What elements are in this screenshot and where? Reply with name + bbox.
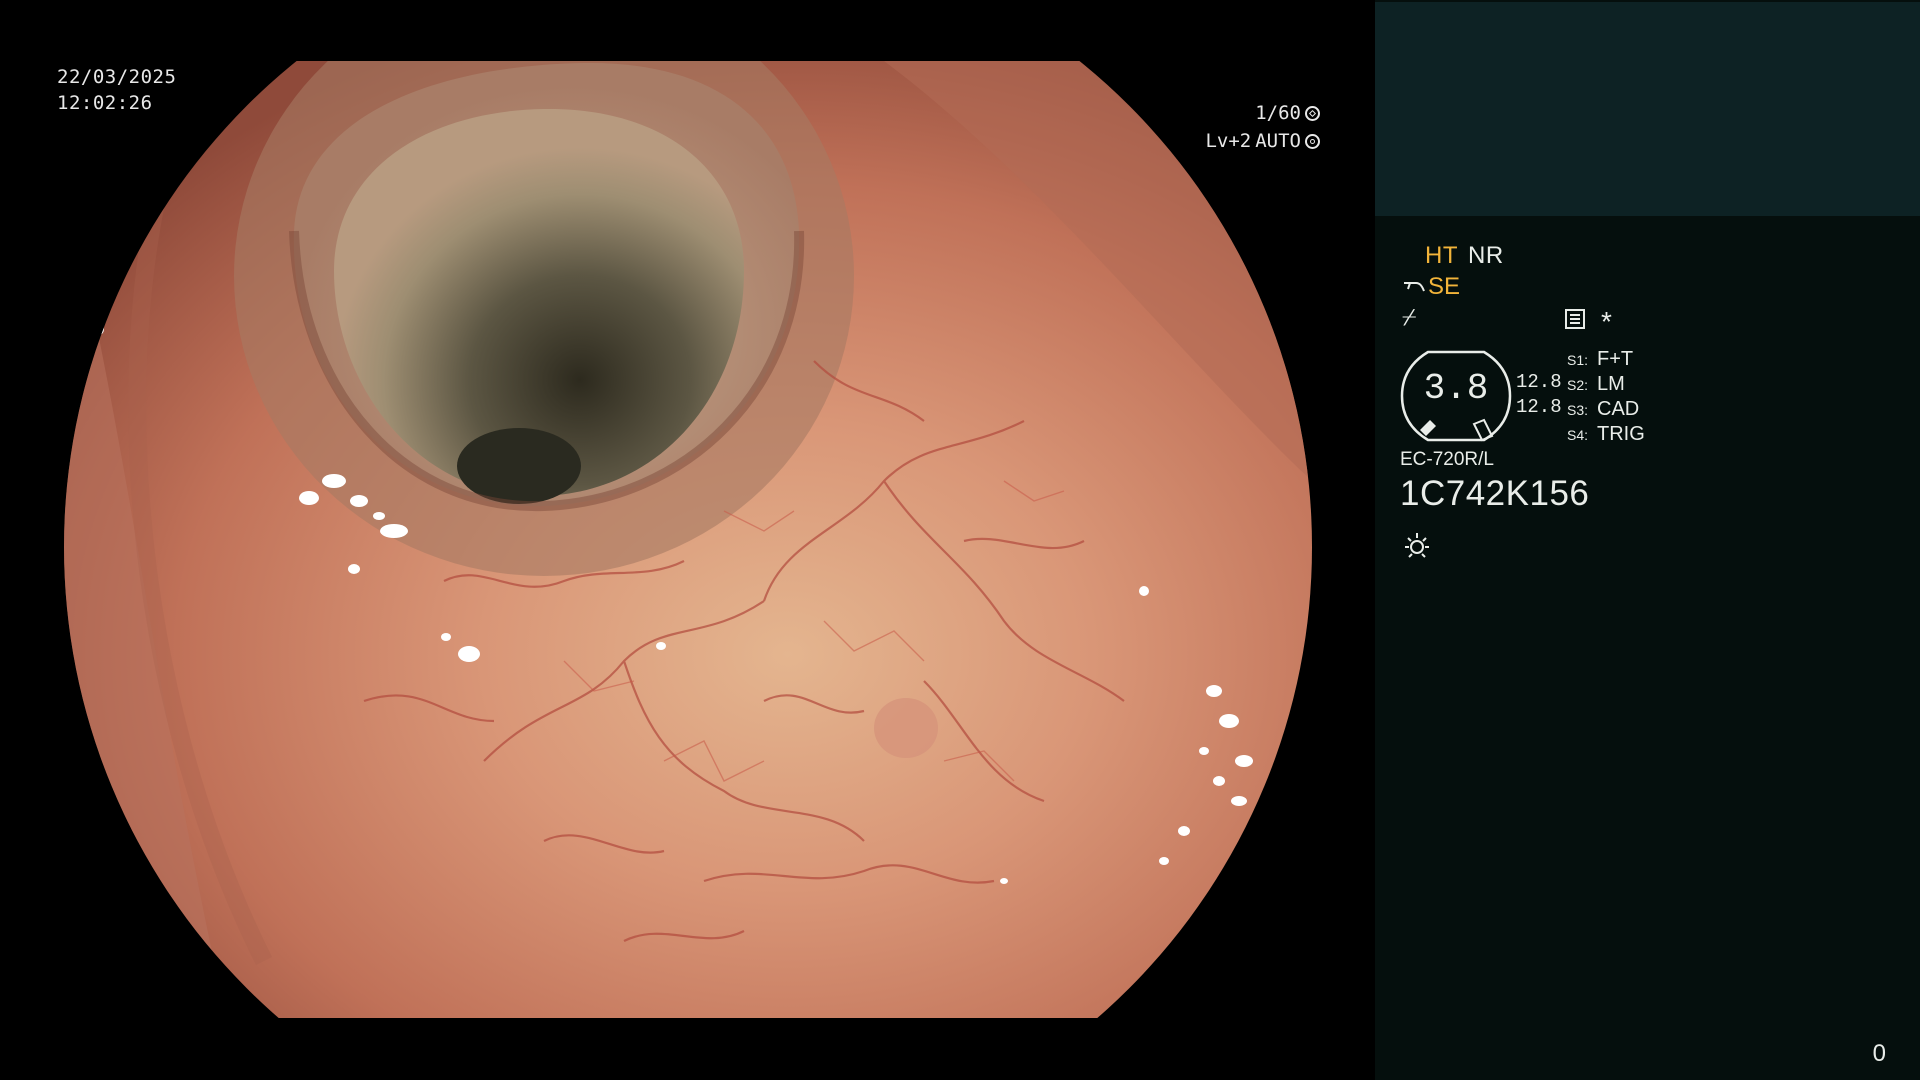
status-panel: HT NR SE ⌿ * 3.8 12.8 12.8 S1: F+T S2: LM… (1375, 0, 1920, 1080)
enhancement-level-text: Lv+2 (1205, 130, 1252, 152)
scope-serial: 1C742K156 (1400, 474, 1590, 513)
ht-indicator: HT (1425, 242, 1458, 269)
memory-icon (1565, 309, 1585, 329)
switch-row: S2: LM (1567, 373, 1645, 398)
switch-key: S1: (1567, 352, 1589, 368)
frame-counter: 0 (1872, 1040, 1886, 1067)
brightness-gauge: 3.8 (1400, 350, 1512, 442)
switch-row: S3: CAD (1567, 398, 1645, 423)
shutter-row: 1/60 (1205, 99, 1320, 127)
endoscope-view (64, 61, 1312, 1018)
switch-value: CAD (1597, 398, 1640, 420)
gauge-bottom-value: 12.8 (1516, 396, 1562, 418)
switch-value: LM (1597, 373, 1625, 395)
switch-key: S3: (1567, 402, 1589, 418)
shutter-speed-text: 1/60 (1255, 102, 1301, 124)
se-indicator: SE (1428, 273, 1461, 300)
colon-lumen-image (64, 61, 1312, 1018)
gauge-readouts: 12.8 12.8 (1516, 370, 1562, 420)
switch-row: S4: TRIG (1567, 423, 1645, 448)
freeze-indicator: ⌿ (1402, 304, 1417, 331)
switch-row: S1: F+T (1567, 348, 1645, 373)
light-sun-icon (1405, 533, 1429, 558)
switch-key: S2: (1567, 377, 1589, 393)
scope-switch-list: S1: F+T S2: LM S3: CAD S4: TRIG (1567, 348, 1645, 448)
iris-mode-text: AUTO (1255, 130, 1301, 152)
scope-tip-icon (1404, 282, 1425, 292)
shutter-icon (1305, 105, 1320, 121)
nr-indicator: NR (1468, 242, 1504, 269)
iris-auto-icon (1305, 133, 1320, 149)
switch-value: F+T (1597, 348, 1634, 370)
switch-value: TRIG (1597, 423, 1645, 445)
switch-key: S4: (1567, 427, 1589, 443)
se-row: SE (1402, 273, 1460, 301)
exposure-overlay: 1/60 Lv+2 AUTO (1205, 99, 1320, 155)
mode-row: HT NR (1425, 242, 1504, 270)
scope-model: EC-720R/L (1400, 449, 1494, 470)
date-time-overlay: 22/03/2025 12:02:26 (57, 64, 176, 116)
gauge-value: 3.8 (1423, 368, 1489, 409)
date-text: 22/03/2025 (57, 66, 177, 88)
asterisk-indicator: * (1601, 306, 1612, 337)
iris-row: Lv+2 AUTO (1205, 127, 1320, 155)
gauge-top-value: 12.8 (1516, 371, 1562, 393)
time-text: 12:02:26 (57, 92, 153, 114)
patient-info-area (1375, 2, 1920, 216)
